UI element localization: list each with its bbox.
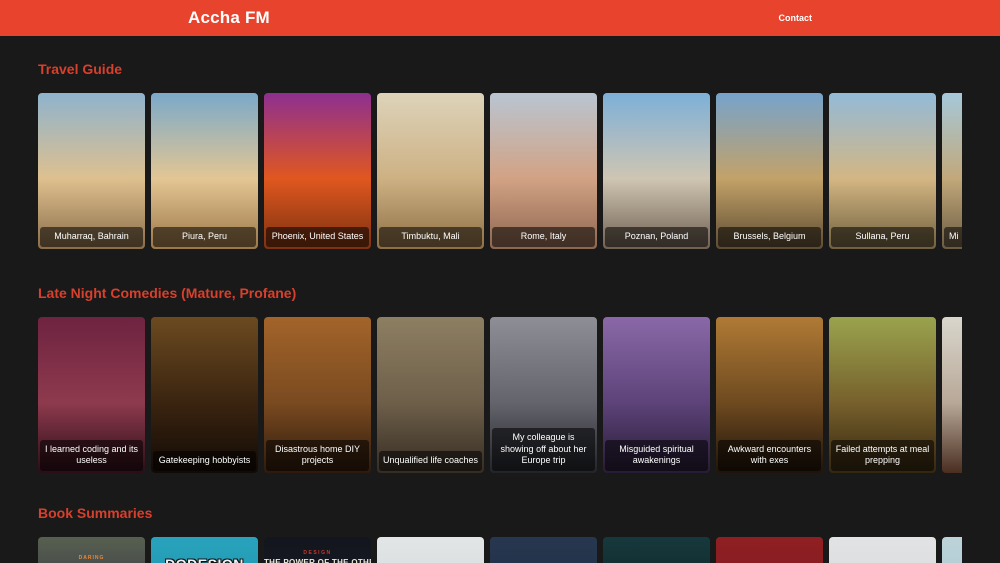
card[interactable]: Phoenix, United States: [264, 93, 371, 249]
card-artwork: [716, 93, 823, 249]
card[interactable]: Piura, Peru: [151, 93, 258, 249]
card[interactable]: Brussels, Belgium: [716, 93, 823, 249]
section-title-late-night-comedies: Late Night Comedies (Mature, Profane): [38, 285, 962, 301]
card-artwork: [377, 537, 484, 563]
card-artwork: [603, 537, 710, 563]
card[interactable]: Timbuktu, Mali: [377, 93, 484, 249]
card[interactable]: DARING: [38, 537, 145, 563]
card-artwork: [377, 317, 484, 473]
card-artwork: [38, 93, 145, 249]
card-artwork: [942, 93, 962, 249]
card-row-late-night-comedies: I learned coding and its useless Gatekeep…: [38, 317, 962, 473]
card[interactable]: DODESION: [151, 537, 258, 563]
card[interactable]: [377, 537, 484, 563]
card-artwork: [490, 537, 597, 563]
card-caption: Poznan, Poland: [605, 227, 708, 247]
section-travel-guide: Travel Guide Muharraq, Bahrain Piura, Per…: [38, 61, 962, 249]
card-artwork: [490, 93, 597, 249]
card[interactable]: [603, 537, 710, 563]
section-late-night-comedies: Late Night Comedies (Mature, Profane) I …: [38, 285, 962, 473]
section-book-summaries: Book Summaries DARING DODESION DESIGN THE P…: [38, 505, 962, 563]
card-artwork: DESIGN THE POWER OF THE OTHER: [264, 537, 371, 563]
card-artwork: [603, 93, 710, 249]
cover-text: DESIGN: [264, 550, 371, 556]
card[interactable]: Unqualified life coaches: [377, 317, 484, 473]
card-caption: Awkward encounters with exes: [718, 440, 821, 471]
card-caption: Brussels, Belgium: [718, 227, 821, 247]
card-artwork: [829, 93, 936, 249]
card-caption: My colleague is showing off about her Eu…: [492, 428, 595, 471]
card[interactable]: [829, 537, 936, 563]
card-artwork: DARING: [38, 537, 145, 563]
card[interactable]: Gatekeeping hobbyists: [151, 317, 258, 473]
card[interactable]: [942, 317, 962, 473]
card-caption: Disastrous home DIY projects: [266, 440, 369, 471]
card-row-book-summaries: DARING DODESION DESIGN THE POWER OF THE OTH…: [38, 537, 962, 563]
card-caption: Rome, Italy: [492, 227, 595, 247]
card-caption: Unqualified life coaches: [379, 451, 482, 471]
card-artwork: [151, 317, 258, 473]
card-caption: Misguided spiritual awakenings: [605, 440, 708, 471]
card-artwork: [151, 93, 258, 249]
card[interactable]: Failed attempts at meal prepping: [829, 317, 936, 473]
card[interactable]: Misguided spiritual awakenings: [603, 317, 710, 473]
card[interactable]: DESIGN THE POWER OF THE OTHER: [264, 537, 371, 563]
card-caption: Mi: [944, 227, 962, 247]
cover-text: DARING: [38, 555, 145, 561]
card[interactable]: Sullana, Peru: [829, 93, 936, 249]
card[interactable]: [716, 537, 823, 563]
card-artwork: [942, 537, 962, 563]
card[interactable]: Poznan, Poland: [603, 93, 710, 249]
card[interactable]: Awkward encounters with exes: [716, 317, 823, 473]
card[interactable]: [490, 537, 597, 563]
card-artwork: DODESION: [151, 537, 258, 563]
app-header: Accha FM Contact: [0, 0, 1000, 36]
card[interactable]: [942, 537, 962, 563]
card-artwork: [716, 537, 823, 563]
card-row-travel-guide: Muharraq, Bahrain Piura, Peru Phoenix, Uni…: [38, 93, 962, 249]
app-title: Accha FM: [188, 8, 270, 28]
header-inner: Accha FM Contact: [188, 0, 812, 36]
card[interactable]: Rome, Italy: [490, 93, 597, 249]
section-title-book-summaries: Book Summaries: [38, 505, 962, 521]
card-caption: Failed attempts at meal prepping: [831, 440, 934, 471]
card-caption: Muharraq, Bahrain: [40, 227, 143, 247]
card-artwork: [942, 317, 962, 473]
card[interactable]: Mi: [942, 93, 962, 249]
section-title-travel-guide: Travel Guide: [38, 61, 962, 77]
card[interactable]: I learned coding and its useless: [38, 317, 145, 473]
cover-text: THE POWER OF THE OTHER: [264, 558, 371, 563]
card-caption: Piura, Peru: [153, 227, 256, 247]
card[interactable]: My colleague is showing off about her Eu…: [490, 317, 597, 473]
card-caption: Timbuktu, Mali: [379, 227, 482, 247]
card-artwork: [829, 537, 936, 563]
card-artwork: [377, 93, 484, 249]
card[interactable]: Muharraq, Bahrain: [38, 93, 145, 249]
card-caption: Phoenix, United States: [266, 227, 369, 247]
card-caption: Sullana, Peru: [831, 227, 934, 247]
card-artwork: [264, 93, 371, 249]
card[interactable]: Disastrous home DIY projects: [264, 317, 371, 473]
cover-text: DODESION: [151, 556, 258, 563]
card-caption: I learned coding and its useless: [40, 440, 143, 471]
contact-link[interactable]: Contact: [779, 13, 813, 23]
main-content: Travel Guide Muharraq, Bahrain Piura, Per…: [38, 61, 962, 563]
card-caption: Gatekeeping hobbyists: [153, 451, 256, 471]
